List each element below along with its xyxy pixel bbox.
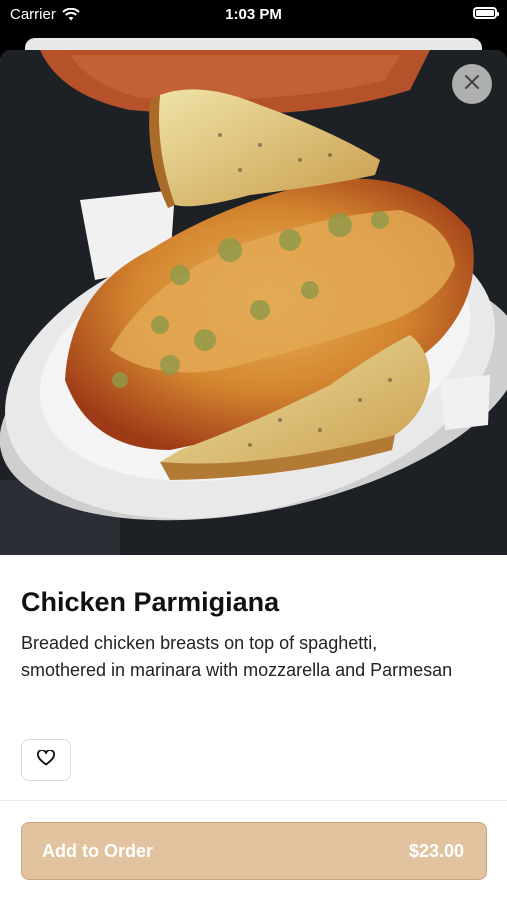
close-button[interactable]: [452, 64, 492, 104]
item-description: Breaded chicken breasts on top of spaghe…: [21, 633, 453, 680]
dish-photo: [0, 50, 507, 555]
item-title: Chicken Parmigiana: [21, 587, 280, 617]
status-bar: Carrier 1:03 PM: [0, 0, 507, 30]
favorite-button[interactable]: [21, 739, 71, 781]
add-to-order-label: Add to Order: [42, 840, 153, 861]
dish-illustration: [0, 50, 507, 555]
status-time: 1:03 PM: [225, 6, 282, 23]
heart-outline-icon: [37, 748, 55, 771]
item-detail-sheet: Chicken Parmigiana Breaded chicken breas…: [0, 50, 507, 900]
close-icon: [464, 74, 480, 95]
item-price: $23.00: [408, 840, 464, 861]
battery-icon: [473, 7, 499, 19]
footer-divider: [0, 800, 507, 801]
add-to-order-button[interactable]: Add to Order $23.00: [21, 822, 487, 880]
